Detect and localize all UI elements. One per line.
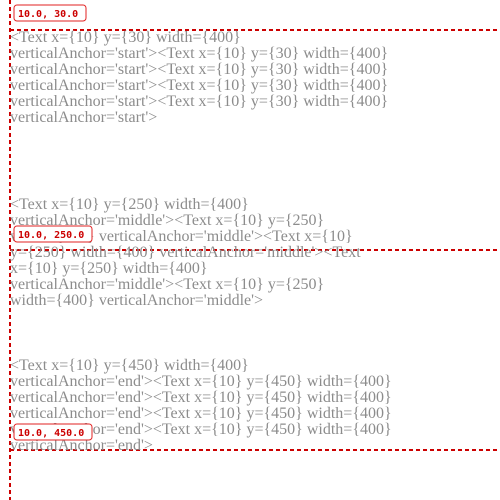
demo-svg: <Text x={10} y={30} width={400} verticalA…	[9, 0, 500, 500]
text-line: <Text x={10} y={450} width={400}	[10, 357, 249, 374]
text-line: verticalAnchor='start'><Text x={10} y={3…	[10, 61, 388, 78]
coordinate-badge: 10.0, 450.0	[13, 423, 93, 441]
text-line: x={10} y={250} width={400}	[10, 260, 208, 277]
coordinate-badge: 10.0, 250.0	[13, 225, 93, 243]
coordinate-badge-label: 10.0, 450.0	[18, 428, 84, 439]
coordinate-badge-label: 10.0, 30.0	[18, 9, 78, 20]
text-line: verticalAnchor='start'>	[10, 109, 157, 126]
wrapped-text: <Text x={10} y={250} width={400} vertical…	[10, 196, 361, 309]
text-line: verticalAnchor='end'><Text x={10} y={450…	[10, 405, 392, 422]
coordinate-badge-label: 10.0, 250.0	[18, 230, 84, 241]
text-line: y={250} width={400} verticalAnchor='midd…	[10, 244, 361, 261]
text-line: verticalAnchor='start'><Text x={10} y={3…	[10, 77, 388, 94]
text-line: <Text x={10} y={30} width={400}	[10, 29, 241, 46]
text-line: verticalAnchor='start'><Text x={10} y={3…	[10, 45, 388, 62]
text-line: <Text x={10} y={250} width={400}	[10, 196, 249, 213]
text-block-end: <Text x={10} y={450} width={400} vertical…	[10, 357, 500, 454]
text-block-middle: <Text x={10} y={250} width={400} vertical…	[10, 196, 500, 309]
text-line: verticalAnchor='end'><Text x={10} y={450…	[10, 389, 392, 406]
text-anchor-demo-canvas: <Text x={10} y={30} width={400} verticalA…	[0, 0, 500, 500]
wrapped-text: <Text x={10} y={30} width={400} verticalA…	[10, 29, 388, 126]
coordinate-badge: 10.0, 30.0	[13, 4, 87, 22]
text-block-start: <Text x={10} y={30} width={400} verticalA…	[10, 4, 500, 126]
text-line: width={400} verticalAnchor='middle'>	[10, 292, 263, 309]
text-blocks-layer: <Text x={10} y={30} width={400} verticalA…	[10, 4, 500, 454]
text-line: verticalAnchor='middle'><Text x={10} y={…	[10, 276, 324, 293]
text-line: verticalAnchor='start'><Text x={10} y={3…	[10, 93, 388, 110]
text-line: verticalAnchor='end'><Text x={10} y={450…	[10, 373, 392, 390]
